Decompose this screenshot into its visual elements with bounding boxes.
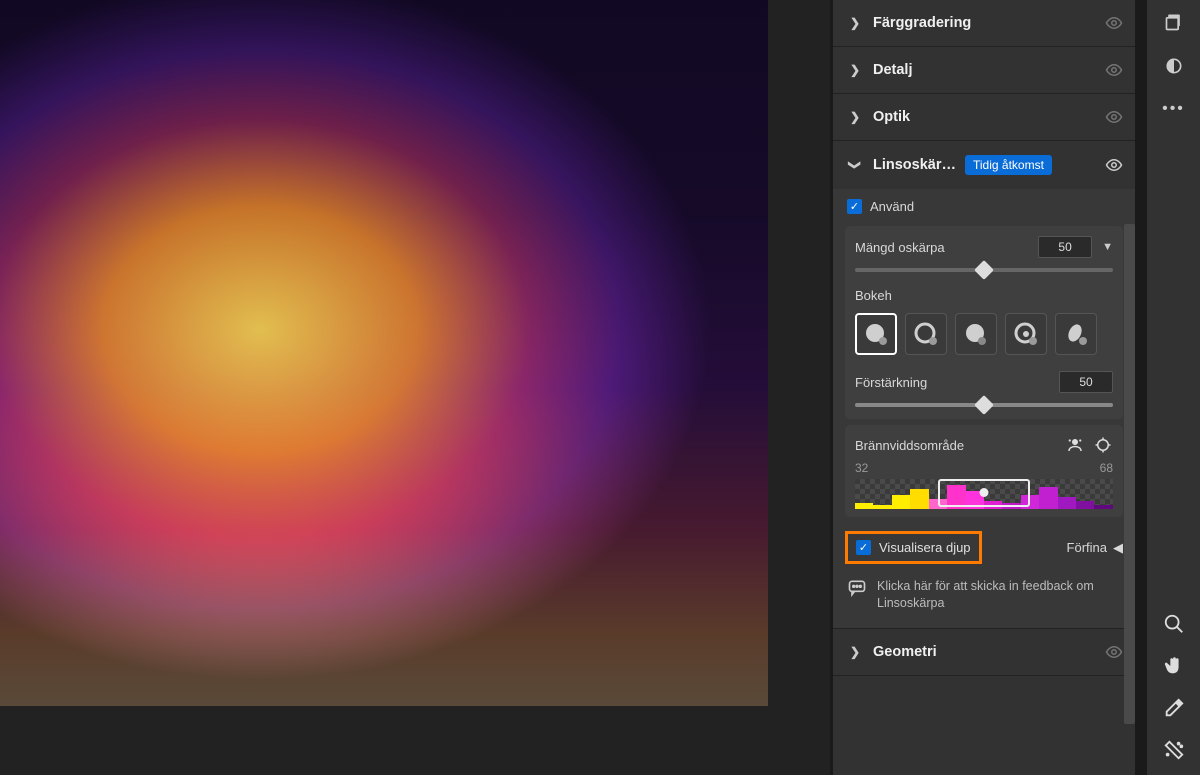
section-title: Färggradering (873, 15, 1105, 31)
section-header-farggradering[interactable]: ❯ Färggradering (833, 0, 1135, 46)
chevron-right-icon: ❯ (847, 645, 863, 659)
mask-icon[interactable] (1164, 56, 1184, 76)
visibility-icon[interactable] (1105, 61, 1123, 79)
more-icon[interactable]: ••• (1162, 100, 1185, 118)
visibility-icon[interactable] (1105, 643, 1123, 661)
section-title: Geometri (873, 644, 1105, 660)
section-header-geometri[interactable]: ❯ Geometri (833, 629, 1135, 675)
section-geometri: ❯ Geometri (833, 629, 1135, 676)
apply-checkbox[interactable] (847, 199, 862, 214)
gain-value[interactable]: 50 (1059, 371, 1113, 393)
panel-scrollbar[interactable] (1124, 224, 1135, 724)
visualize-depth-checkbox[interactable] (856, 540, 871, 555)
refine-button[interactable]: Förfina ◀ (1067, 540, 1123, 556)
gain-slider[interactable] (855, 403, 1113, 407)
blur-amount-card: Mängd oskärpa 50 ▼ Bokeh (845, 226, 1123, 419)
section-body-linsoskarpa: Använd Mängd oskärpa 50 ▼ Bokeh (833, 189, 1135, 628)
visibility-icon[interactable] (1105, 108, 1123, 126)
section-header-linsoskarpa[interactable]: ❯ Linsoskär… Tidig åtkomst (833, 141, 1135, 189)
focal-range-graph[interactable] (855, 479, 1113, 509)
chevron-right-icon: ❯ (847, 16, 863, 30)
tool-strip: ••• (1146, 0, 1200, 775)
panels-icon[interactable] (1164, 12, 1184, 32)
section-detalj: ❯ Detalj (833, 47, 1135, 94)
bokeh-label: Bokeh (855, 288, 1113, 303)
section-title: Optik (873, 109, 1105, 125)
section-farggradering: ❯ Färggradering (833, 0, 1135, 47)
blur-amount-slider[interactable] (855, 268, 1113, 272)
focal-range-card: Brännviddsområde 32 68 (845, 425, 1123, 517)
subject-select-icon[interactable] (1065, 435, 1085, 455)
blur-amount-value[interactable]: 50 (1038, 236, 1092, 258)
section-title: Detalj (873, 62, 1105, 78)
bokeh-option-3[interactable] (955, 313, 997, 355)
section-linsoskarpa: ❯ Linsoskär… Tidig åtkomst Använd Mängd … (833, 141, 1135, 629)
section-header-optik[interactable]: ❯ Optik (833, 94, 1135, 140)
heal-icon[interactable] (1163, 739, 1185, 761)
bokeh-option-4[interactable] (1005, 313, 1047, 355)
early-access-badge: Tidig åtkomst (965, 155, 1052, 175)
focal-max: 68 (1100, 461, 1113, 475)
bokeh-option-1[interactable] (855, 313, 897, 355)
feedback-text: Klicka här för att skicka in feedback om… (877, 578, 1121, 612)
apply-row[interactable]: Använd (833, 193, 1135, 220)
apply-label: Använd (870, 199, 914, 214)
chevron-right-icon: ❯ (847, 63, 863, 77)
bokeh-option-5[interactable] (1055, 313, 1097, 355)
blur-amount-label: Mängd oskärpa (855, 240, 1038, 255)
feedback-row[interactable]: Klicka här för att skicka in feedback om… (833, 568, 1135, 616)
feedback-bubble-icon (847, 578, 867, 612)
chevron-left-icon: ◀ (1113, 540, 1123, 556)
section-optik: ❯ Optik (833, 94, 1135, 141)
refine-label: Förfina (1067, 540, 1107, 555)
chevron-right-icon: ❯ (847, 110, 863, 124)
visualize-depth-label: Visualisera djup (879, 540, 971, 555)
eyedropper-icon[interactable] (1163, 697, 1185, 719)
gain-label: Förstärkning (855, 375, 1059, 390)
canvas-area[interactable] (0, 0, 830, 775)
visualize-depth-highlight: Visualisera djup (845, 531, 982, 564)
focal-range-label: Brännviddsområde (855, 438, 1057, 453)
visualize-depth-row: Visualisera djup Förfina ◀ (845, 531, 1123, 564)
target-picker-icon[interactable] (1093, 435, 1113, 455)
chevron-down-icon: ❯ (848, 157, 862, 173)
zoom-icon[interactable] (1163, 613, 1185, 635)
visibility-icon[interactable] (1105, 156, 1123, 174)
edit-side-panel: ❯ Färggradering ❯ Detalj ❯ Optik ❯ (833, 0, 1135, 775)
hand-icon[interactable] (1163, 655, 1185, 677)
visibility-icon[interactable] (1105, 14, 1123, 32)
focal-min: 32 (855, 461, 868, 475)
section-title: Linsoskär… (873, 157, 965, 173)
depth-visualization-image (0, 0, 768, 706)
section-header-detalj[interactable]: ❯ Detalj (833, 47, 1135, 93)
bokeh-option-2[interactable] (905, 313, 947, 355)
dropdown-caret-icon[interactable]: ▼ (1102, 241, 1113, 253)
bokeh-options (855, 313, 1113, 355)
